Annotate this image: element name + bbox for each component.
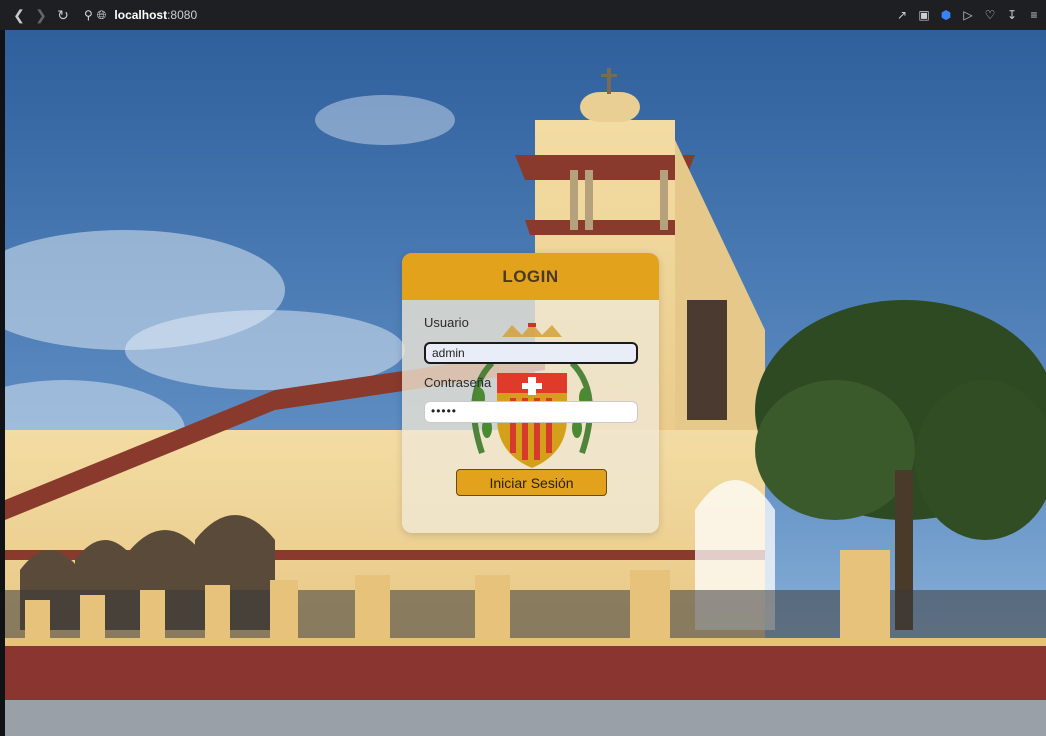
globe-icon[interactable]: 🌐︎ (97, 8, 107, 23)
password-label: Contraseña (424, 375, 492, 390)
forward-arrow-icon[interactable]: ❯ (30, 4, 52, 26)
shield-icon[interactable]: ⬢ (938, 7, 954, 23)
url-port: :8080 (167, 8, 198, 22)
play-icon[interactable]: ▷ (960, 7, 976, 23)
key-icon[interactable]: ⚲ (84, 8, 93, 22)
login-header: LOGIN (402, 253, 659, 300)
screenshot-icon[interactable]: ▣ (916, 7, 932, 23)
toolbar-actions: ↗ ▣ ⬢ ▷ ♡ ↧ ≡ (894, 0, 1042, 30)
back-arrow-icon[interactable]: ❮ (8, 4, 30, 26)
download-icon[interactable]: ↧ (1004, 7, 1020, 23)
url-bar-icons: ⚲ 🌐︎ (84, 8, 106, 23)
url-host: localhost (114, 8, 168, 22)
url-bar[interactable]: localhost:8080 (114, 8, 197, 22)
heart-icon[interactable]: ♡ (982, 7, 998, 23)
password-input[interactable]: ••••• (424, 401, 638, 423)
username-input[interactable] (424, 342, 638, 364)
username-label: Usuario (424, 315, 469, 330)
login-title: LOGIN (502, 266, 559, 286)
share-icon[interactable]: ↗ (894, 7, 910, 23)
reload-icon[interactable]: ↻ (52, 4, 74, 26)
menu-icon[interactable]: ≡ (1026, 7, 1042, 23)
login-submit-button[interactable]: Iniciar Sesión (456, 469, 607, 496)
browser-toolbar: ❮ ❯ ↻ ⚲ 🌐︎ localhost:8080 ↗ ▣ ⬢ ▷ ♡ ↧ ≡ (0, 0, 1046, 30)
login-card: LOGIN Usuario Contraseña ••••• Iniciar S… (402, 253, 659, 533)
